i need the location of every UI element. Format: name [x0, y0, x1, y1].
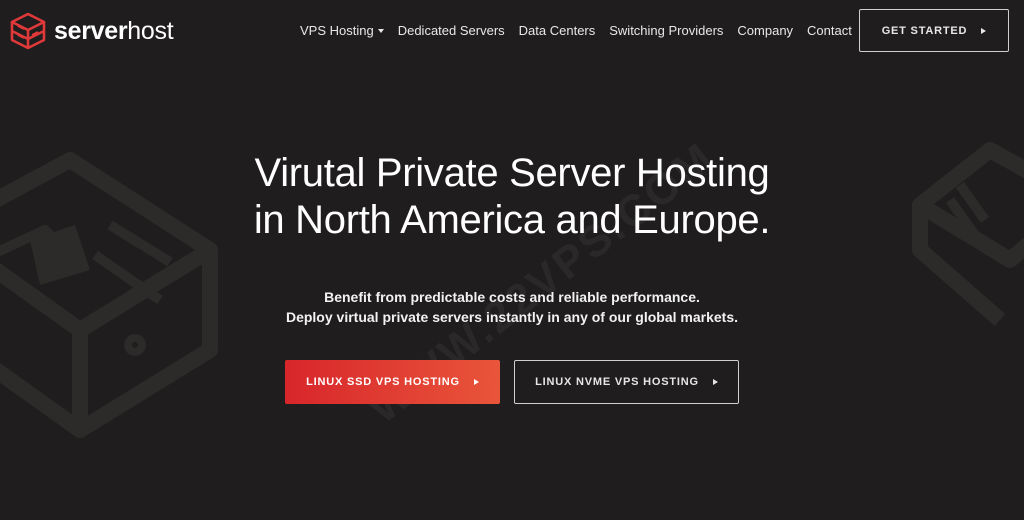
hero-title-line-1: Virutal Private Server Hosting	[254, 151, 770, 195]
nav-dedicated-servers[interactable]: Dedicated Servers	[398, 23, 505, 38]
hero-subtitle-line-2: Deploy virtual private servers instantly…	[285, 309, 739, 325]
linux-nvme-vps-button[interactable]: LINUX NVME VPS HOSTING	[514, 360, 739, 404]
get-started-button[interactable]: GET STARTED	[859, 9, 1009, 52]
hero-subtitle: Benefit from predictable costs and relia…	[0, 287, 1024, 327]
linux-nvme-vps-label: LINUX NVME VPS HOSTING	[535, 376, 699, 388]
brand-name-bold: server	[54, 16, 128, 45]
play-arrow-icon	[981, 27, 987, 34]
site-header: serverhost VPS Hosting Dedicated Servers…	[0, 0, 1024, 62]
brand-name: serverhost	[54, 16, 174, 45]
background-decoration	[0, 142, 1024, 438]
nav-contact[interactable]: Contact	[807, 23, 852, 38]
hero-title-line-2: in North America and Europe.	[253, 198, 771, 242]
main-nav: VPS Hosting Dedicated Servers Data Cente…	[300, 23, 866, 38]
nav-company[interactable]: Company	[737, 23, 793, 38]
hero-subtitle-line-1: Benefit from predictable costs and relia…	[324, 289, 700, 305]
nav-data-centers[interactable]: Data Centers	[519, 23, 596, 38]
caret-down-icon	[377, 28, 384, 33]
linux-ssd-vps-label: LINUX SSD VPS HOSTING	[306, 376, 460, 388]
brand-name-regular: host	[127, 16, 174, 45]
play-arrow-icon	[712, 379, 718, 385]
nav-vps-hosting-label: VPS Hosting	[300, 23, 374, 38]
server-stack-icon	[10, 12, 46, 50]
hero-title: Virutal Private Server Hosting in North …	[0, 150, 1024, 244]
nav-vps-hosting[interactable]: VPS Hosting	[300, 23, 384, 38]
linux-ssd-vps-button[interactable]: LINUX SSD VPS HOSTING	[285, 360, 500, 404]
brand-logo[interactable]: serverhost	[10, 12, 174, 50]
get-started-label: GET STARTED	[881, 24, 968, 37]
nav-switching-providers[interactable]: Switching Providers	[609, 23, 723, 38]
play-arrow-icon	[473, 379, 479, 385]
